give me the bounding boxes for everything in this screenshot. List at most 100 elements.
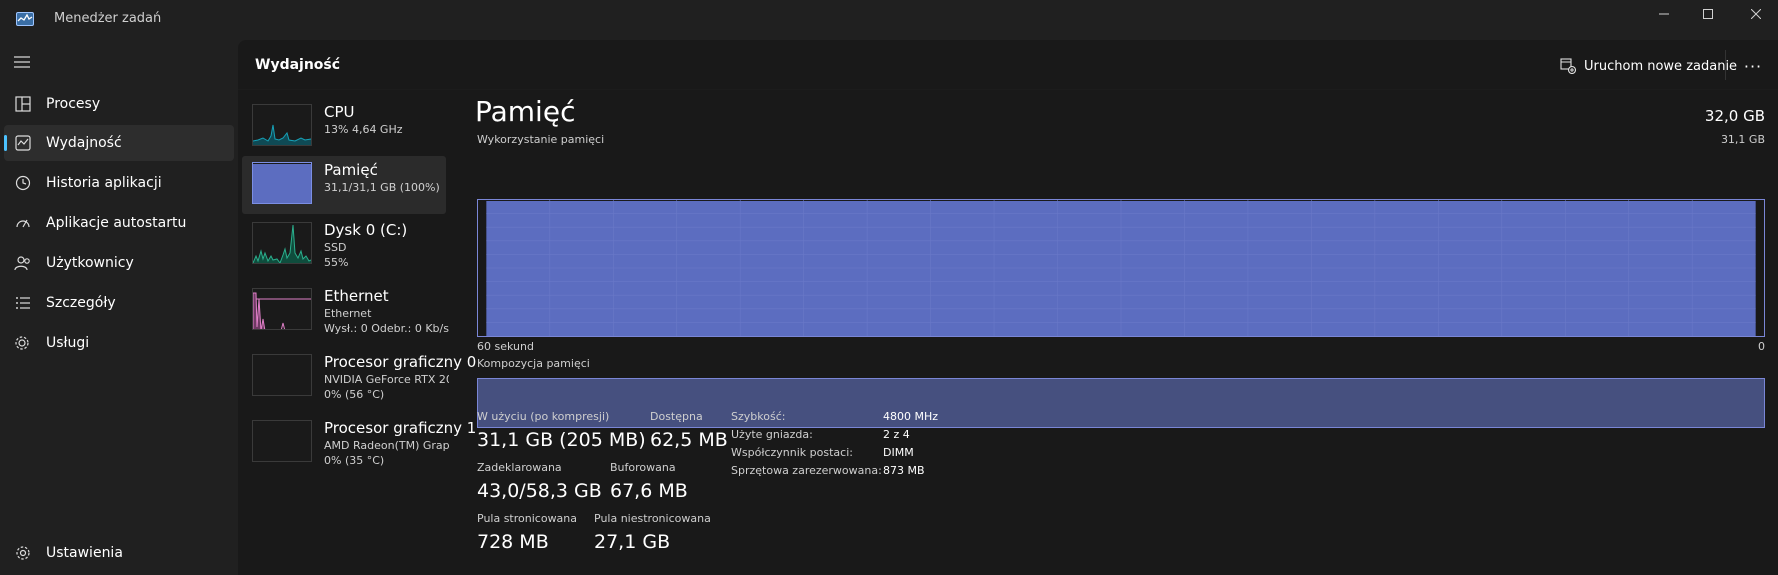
stat-value: 62,5 MB bbox=[650, 429, 728, 451]
sidebar: Procesy Wydajność Historia aplikacji Apl… bbox=[0, 40, 238, 575]
header-separator bbox=[1725, 50, 1726, 80]
stat-label: Zadeklarowana bbox=[477, 461, 562, 474]
perf-item-name: Ethernet bbox=[324, 287, 389, 305]
perf-item-gpu-0[interactable]: Procesor graficzny 0 NVIDIA GeForce RTX … bbox=[242, 348, 476, 406]
run-new-task-label: Uruchom nowe zadanie bbox=[1584, 58, 1738, 74]
stat-value: 31,1 GB (205 MB) bbox=[477, 429, 646, 451]
perf-item-detail: 31,1/31,1 GB (100%) bbox=[324, 181, 440, 194]
stat-label: Pula niestronicowana bbox=[594, 512, 711, 525]
perf-item-gpu-1[interactable]: Procesor graficzny 1 AMD Radeon(TM) Grap… bbox=[242, 414, 476, 472]
perf-item-name: CPU bbox=[324, 103, 355, 121]
settings-label: Ustawienia bbox=[46, 545, 123, 561]
sidebar-item-label: Wydajność bbox=[46, 135, 122, 151]
stat-label: Buforowana bbox=[610, 461, 676, 474]
sidebar-item-szczegoly[interactable]: Szczegóły bbox=[4, 285, 234, 321]
perf-item-detail: SSD bbox=[324, 241, 347, 254]
perf-item-detail: NVIDIA GeForce RTX 2080 bbox=[324, 373, 449, 386]
usage-chart-max: 31,1 GB bbox=[1720, 133, 1765, 146]
spec-slots-label: Użyte gniazda: bbox=[731, 428, 813, 441]
sidebar-item-uslugi[interactable]: Usługi bbox=[4, 325, 234, 361]
details-icon bbox=[16, 297, 30, 309]
gpu-0-mini-graph bbox=[252, 354, 312, 396]
perf-item-disk[interactable]: Dysk 0 (C:) SSD 55% bbox=[242, 216, 446, 274]
memory-usage-chart bbox=[477, 199, 1765, 337]
perf-item-name: Procesor graficzny 1 bbox=[324, 419, 477, 437]
close-icon[interactable] bbox=[1736, 4, 1776, 24]
page-title: Wydajność bbox=[255, 57, 341, 73]
stat-paged-pool: Pula stronicowana 728 MB bbox=[477, 512, 577, 553]
sidebar-item-historia-aplikacji[interactable]: Historia aplikacji bbox=[4, 165, 234, 201]
stat-nonpaged-pool: Pula niestronicowana 27,1 GB bbox=[594, 512, 711, 553]
sidebar-item-ustawienia[interactable]: Ustawienia bbox=[4, 535, 234, 571]
stat-label: Pula stronicowana bbox=[477, 512, 578, 525]
stat-cached: Buforowana 67,6 MB bbox=[610, 461, 688, 502]
history-icon bbox=[15, 175, 31, 191]
sidebar-item-aplikacje-autostartu[interactable]: Aplikacje autostartu bbox=[4, 205, 234, 241]
stat-value: 67,6 MB bbox=[610, 480, 688, 502]
sidebar-item-procesy[interactable]: Procesy bbox=[4, 86, 234, 122]
total-memory: 32,0 GB bbox=[1704, 107, 1765, 125]
perf-item-ethernet[interactable]: Ethernet Ethernet Wysł.: 0 Odebr.: 0 Kb/… bbox=[242, 282, 449, 340]
memory-mini-graph bbox=[252, 162, 312, 204]
time-axis-start: 60 sekund bbox=[477, 340, 534, 353]
gpu-1-mini-graph bbox=[252, 420, 312, 462]
sidebar-item-label: Usługi bbox=[46, 335, 90, 351]
detail-title: Pamięć bbox=[475, 95, 576, 128]
main-header: Wydajność Uruchom nowe zadanie ··· bbox=[238, 40, 1778, 90]
new-task-icon bbox=[1560, 58, 1576, 74]
perf-item-name: Dysk 0 (C:) bbox=[324, 221, 408, 239]
stat-value: 27,1 GB bbox=[594, 531, 671, 553]
usage-chart-label: Wykorzystanie pamięci bbox=[477, 133, 605, 146]
maximize-icon[interactable] bbox=[1688, 4, 1728, 24]
services-icon bbox=[15, 336, 29, 350]
startup-icon bbox=[16, 219, 30, 228]
spec-form-value: DIMM bbox=[883, 446, 914, 459]
spec-form-label: Współczynnik postaci: bbox=[731, 446, 853, 459]
cpu-mini-graph bbox=[252, 104, 312, 146]
run-new-task-button[interactable]: Uruchom nowe zadanie bbox=[1560, 54, 1737, 78]
spec-reserved-label: Sprzętowa zarezerwowana: bbox=[731, 464, 882, 477]
stat-value: 43,0/58,3 GB bbox=[477, 480, 602, 502]
spec-reserved-value: 873 MB bbox=[883, 464, 925, 477]
sidebar-item-label: Użytkownicy bbox=[46, 255, 134, 271]
minimize-icon[interactable] bbox=[1644, 4, 1684, 24]
spec-slots-value: 2 z 4 bbox=[883, 428, 910, 441]
sidebar-item-uzytkownicy[interactable]: Użytkownicy bbox=[4, 245, 234, 281]
task-manager-app-icon bbox=[16, 12, 34, 26]
perf-item-detail: 55% bbox=[324, 256, 349, 269]
settings-gear-icon bbox=[16, 546, 30, 560]
perf-item-detail: 0% (56 °C) bbox=[324, 388, 385, 401]
active-indicator bbox=[4, 135, 7, 151]
perf-item-name: Pamięć bbox=[324, 161, 378, 179]
memory-detail-panel: Pamięć 32,0 GB Wykorzystanie pamięci 31,… bbox=[475, 95, 1765, 575]
more-options-button[interactable]: ··· bbox=[1738, 54, 1768, 78]
processes-icon bbox=[15, 96, 31, 112]
stat-value: 728 MB bbox=[477, 531, 549, 553]
sidebar-item-label: Procesy bbox=[46, 96, 101, 112]
perf-item-detail: 13% 4,64 GHz bbox=[324, 123, 403, 136]
ethernet-mini-graph bbox=[252, 288, 312, 330]
perf-item-detail: 0% (35 °C) bbox=[324, 454, 385, 467]
perf-item-memory[interactable]: Pamięć 31,1/31,1 GB (100%) bbox=[242, 156, 446, 214]
title-bar: Menedżer zadań bbox=[0, 0, 1778, 40]
stat-label: W użyciu (po kompresji) bbox=[477, 410, 610, 423]
perf-item-cpu[interactable]: CPU 13% 4,64 GHz bbox=[242, 98, 446, 156]
sidebar-item-label: Szczegóły bbox=[46, 295, 116, 311]
sidebar-item-label: Aplikacje autostartu bbox=[46, 215, 187, 231]
perf-item-detail: AMD Radeon(TM) Graphics bbox=[324, 439, 449, 452]
performance-icon bbox=[15, 135, 31, 151]
disk-mini-graph bbox=[252, 222, 312, 264]
spec-speed-label: Szybkość: bbox=[731, 410, 786, 423]
stat-committed: Zadeklarowana 43,0/58,3 GB bbox=[477, 461, 602, 502]
window-title: Menedżer zadań bbox=[54, 11, 162, 26]
main-panel: Wydajność Uruchom nowe zadanie ··· CPU 1… bbox=[238, 40, 1778, 575]
perf-item-name: Procesor graficzny 0 bbox=[324, 353, 477, 371]
spec-speed-value: 4800 MHz bbox=[883, 410, 939, 423]
stat-in-use: W użyciu (po kompresji) 31,1 GB (205 MB) bbox=[477, 410, 646, 451]
perf-item-detail: Ethernet bbox=[324, 307, 372, 320]
sidebar-item-wydajnosc[interactable]: Wydajność bbox=[4, 125, 234, 161]
composition-label: Kompozycja pamięci bbox=[477, 357, 590, 370]
time-axis-end: 0 bbox=[1758, 340, 1765, 353]
stat-available: Dostępna 62,5 MB bbox=[650, 410, 728, 451]
hamburger-menu-icon[interactable] bbox=[10, 50, 34, 74]
